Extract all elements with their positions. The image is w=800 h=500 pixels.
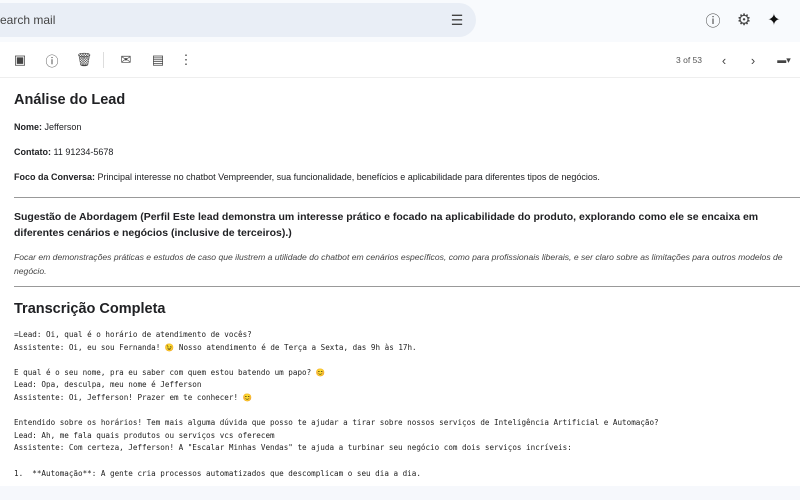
delete-icon[interactable]: 🗑 xyxy=(76,52,93,68)
transcript: =Lead: Oi, qual é o horário de atendimen… xyxy=(14,330,659,478)
search-input[interactable] xyxy=(0,3,400,37)
mark-unread-icon[interactable]: ✉ xyxy=(118,52,134,68)
nome-label: Nome: xyxy=(14,122,43,132)
gemini-sparkle-icon[interactable]: ✦ xyxy=(764,10,784,30)
settings-icon[interactable]: ⚙ xyxy=(734,10,754,30)
more-icon[interactable]: ⋮ xyxy=(178,52,194,68)
foco-value: Principal interesse no chatbot Vempreend… xyxy=(97,172,600,182)
divider xyxy=(103,52,104,68)
foco-label: Foco da Conversa: xyxy=(14,172,96,182)
nome-row: Nome: Jefferson xyxy=(14,122,794,133)
header: ☰ ⓘ ⚙ ✦ xyxy=(0,0,800,42)
archive-icon[interactable]: ▣ xyxy=(12,52,28,68)
nome-value: Jefferson xyxy=(44,122,82,132)
transcricao-title: Transcrição Completa xyxy=(14,301,166,317)
report-spam-icon[interactable]: ⓘ xyxy=(44,52,60,69)
divider xyxy=(14,197,800,198)
sugestao-text: Focar em demonstrações práticas e estudo… xyxy=(14,252,783,276)
contato-label: Contato: xyxy=(14,147,51,157)
contato-value: 11 91234-5678 xyxy=(53,147,114,157)
help-icon[interactable]: ⓘ xyxy=(703,10,723,30)
search-bar[interactable]: ☰ xyxy=(0,3,476,37)
older-icon[interactable]: › xyxy=(745,52,761,68)
toolbar: ▣ ⓘ 🗑 ✉ ▤ ⋮ 3 of 53 ‹ › ▬▾ xyxy=(0,42,800,78)
divider xyxy=(14,286,800,287)
sugestao-heading: Sugestão de Abordagem (Perfil Este lead … xyxy=(14,211,759,239)
bottom-bar xyxy=(0,486,800,500)
lead-analysis-title: Análise do Lead xyxy=(14,92,126,108)
input-tools-icon[interactable]: ▬▾ xyxy=(772,52,796,68)
newer-icon[interactable]: ‹ xyxy=(716,52,732,68)
contato-row: Contato: 11 91234-5678 xyxy=(14,147,794,158)
search-options-icon[interactable]: ☰ xyxy=(448,11,466,29)
email-body: Análise do Lead Nome: Jefferson Contato:… xyxy=(14,92,800,480)
foco-row: Foco da Conversa: Principal interesse no… xyxy=(14,172,794,183)
pagination-count: 3 of 53 xyxy=(676,55,702,65)
move-to-icon[interactable]: ▤ xyxy=(150,52,166,68)
